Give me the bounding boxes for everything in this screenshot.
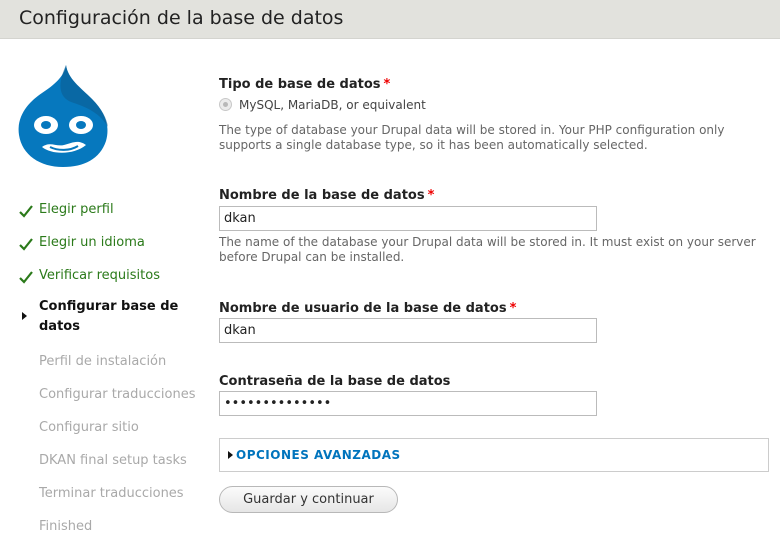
step-verificar-requisitos: Verificar requisitos xyxy=(0,264,210,297)
install-steps: Elegir perfil Elegir un idioma Verificar… xyxy=(0,198,210,548)
db-type-radio[interactable] xyxy=(219,98,232,111)
step-configurar-traducciones: Configurar traducciones xyxy=(0,383,210,416)
step-label: DKAN final setup tasks xyxy=(39,453,187,468)
db-name-label: Nombre de la base de datos * xyxy=(219,188,435,203)
step-label: Configurar sitio xyxy=(39,420,139,435)
db-type-label: Tipo de base de datos * xyxy=(219,77,391,92)
expand-triangle-icon xyxy=(228,451,233,459)
db-pass-label: Contraseña de la base de datos xyxy=(219,374,451,389)
step-configurar-base-datos: Configurar base de datos xyxy=(0,297,210,350)
db-pass-input[interactable] xyxy=(219,391,597,416)
step-terminar-traducciones: Terminar traducciones xyxy=(0,482,210,515)
db-user-label: Nombre de usuario de la base de datos * xyxy=(219,301,517,316)
step-label: Perfil de instalación xyxy=(39,354,167,369)
step-label: Elegir perfil xyxy=(39,202,114,217)
required-marker: * xyxy=(383,77,391,92)
check-icon xyxy=(19,271,33,284)
required-marker: * xyxy=(509,301,517,316)
db-type-option-label: MySQL, MariaDB, or equivalent xyxy=(239,98,426,112)
save-continue-button[interactable]: Guardar y continuar xyxy=(219,486,398,513)
page-title: Configuración de la base de datos xyxy=(19,7,344,29)
step-elegir-idioma: Elegir un idioma xyxy=(0,231,210,264)
advanced-options-toggle[interactable]: OPCIONES AVANZADAS xyxy=(236,448,401,462)
step-perfil-instalacion: Perfil de instalación xyxy=(0,350,210,383)
advanced-options-fieldset[interactable]: OPCIONES AVANZADAS xyxy=(219,438,769,472)
step-dkan-final-setup: DKAN final setup tasks xyxy=(0,449,210,482)
check-icon xyxy=(19,205,33,218)
step-label: Configurar base de datos xyxy=(39,299,179,334)
page-header: Configuración de la base de datos xyxy=(0,0,780,39)
check-icon xyxy=(19,238,33,251)
db-user-input[interactable] xyxy=(219,318,597,343)
step-label: Configurar traducciones xyxy=(39,387,196,402)
step-label: Elegir un idioma xyxy=(39,235,145,250)
step-label: Terminar traducciones xyxy=(39,486,184,501)
step-finished: Finished xyxy=(0,515,210,548)
current-step-arrow-icon xyxy=(22,312,27,320)
step-label: Finished xyxy=(39,519,93,534)
step-configurar-sitio: Configurar sitio xyxy=(0,416,210,449)
step-label: Verificar requisitos xyxy=(39,268,160,283)
db-name-description: The name of the database your Drupal dat… xyxy=(219,235,756,264)
required-marker: * xyxy=(427,188,435,203)
db-type-description: The type of database your Drupal data wi… xyxy=(219,123,725,152)
drupal-drop-icon xyxy=(18,65,108,167)
step-elegir-perfil: Elegir perfil xyxy=(0,198,210,231)
db-type-option[interactable]: MySQL, MariaDB, or equivalent xyxy=(219,98,426,112)
db-name-input[interactable] xyxy=(219,206,597,231)
